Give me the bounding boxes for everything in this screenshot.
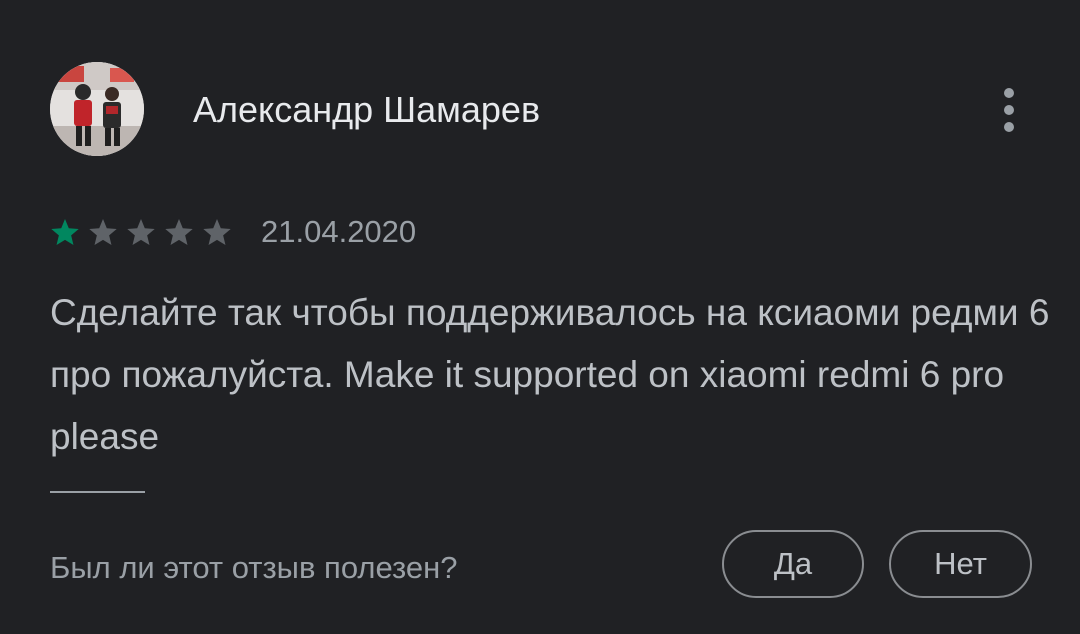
star-empty-icon [89,218,117,246]
divider [50,491,145,493]
star-empty-icon [165,218,193,246]
more-vert-icon-dot [1004,122,1014,132]
star-rating [48,217,238,247]
helpful-yes-label: Да [773,546,813,581]
author-name: Александр Шамарев [193,89,541,130]
review-text: Сделайте так чтобы поддерживалось на кси… [50,292,1050,457]
star-filled-icon [51,218,79,246]
review-card: Александр Шамарев 21.04.2020 Сделайте та… [0,0,1080,634]
star-empty-icon [203,218,231,246]
helpful-no-button[interactable]: Нет [889,530,1032,598]
rating-row: 21.04.2020 [48,213,416,251]
more-options-button[interactable] [992,84,1026,136]
helpful-question: Был ли этот отзыв полезен? [50,550,458,585]
helpful-no-label: Нет [934,546,987,581]
avatar-photo [50,62,144,156]
more-vert-icon-dot [1004,105,1014,115]
author-avatar[interactable] [50,62,144,156]
star-empty-icon [127,218,155,246]
more-vert-icon [1004,88,1014,98]
review-date: 21.04.2020 [261,214,417,249]
helpful-yes-button[interactable]: Да [722,530,864,598]
